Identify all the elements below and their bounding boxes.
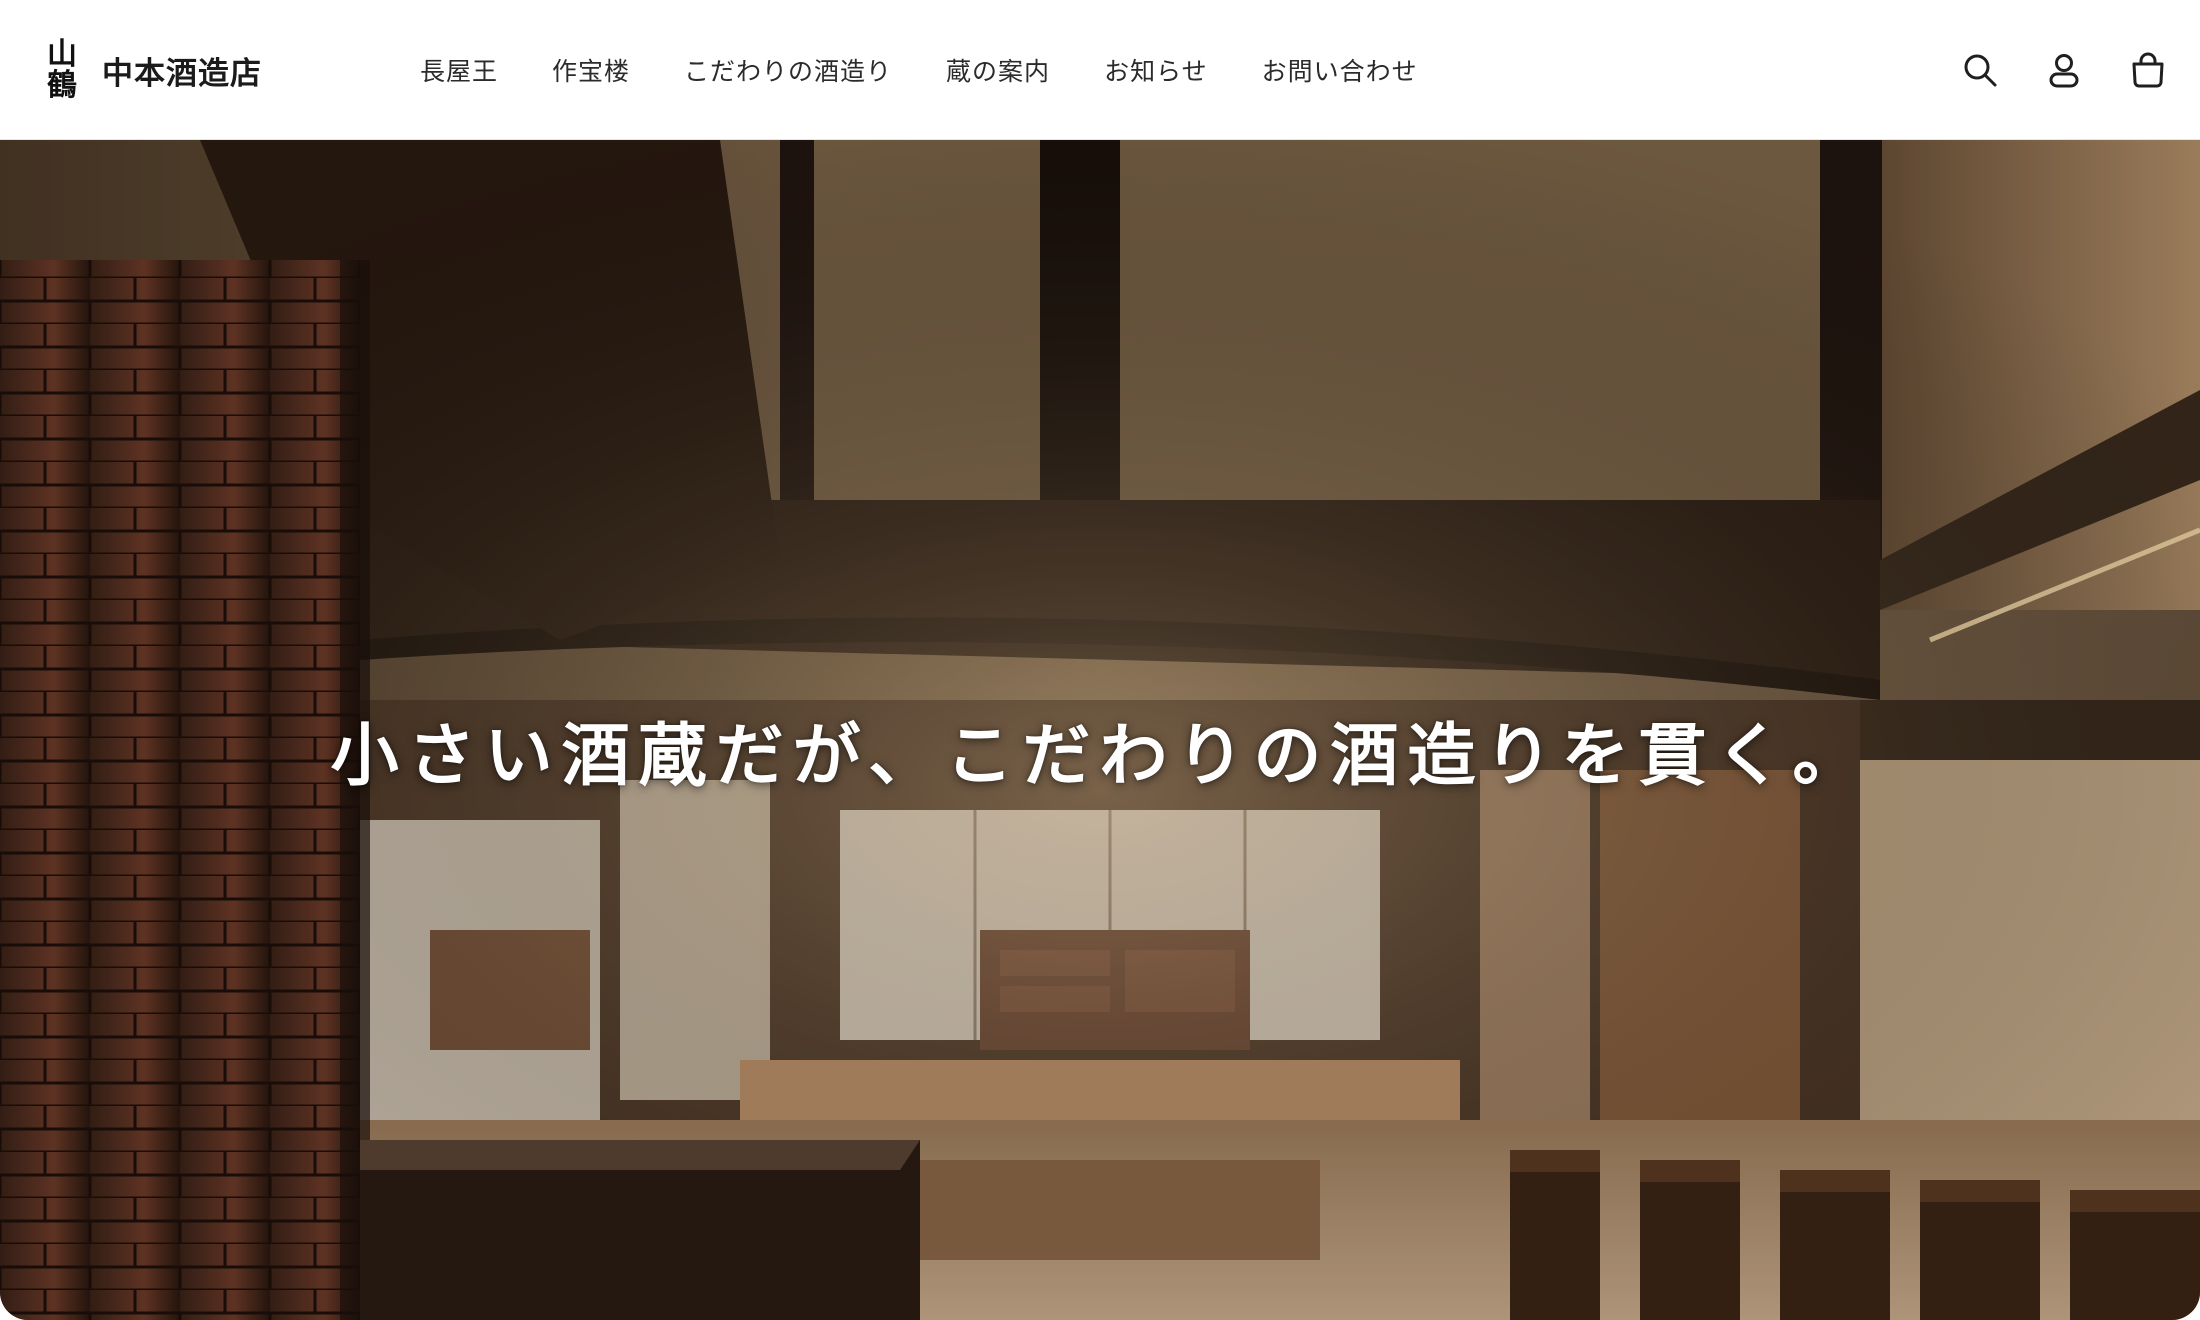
logo[interactable]: 山 鶴 中本酒造店 <box>40 36 262 104</box>
logo-mark: 山 鶴 <box>40 38 84 102</box>
cart-icon <box>2132 52 2164 88</box>
header-icons <box>1918 0 2170 140</box>
nav-item-news[interactable]: お知らせ <box>1104 52 1208 88</box>
nav-item-sakuhourou[interactable]: 作宝楼 <box>552 52 630 88</box>
nav-item-nagayaou[interactable]: 長屋王 <box>420 52 498 88</box>
nav-item-brewery-guide[interactable]: 蔵の案内 <box>946 52 1050 88</box>
main-nav: 長屋王 作宝楼 こだわりの酒造り 蔵の案内 お知らせ お問い合わせ <box>420 0 1472 140</box>
hero-section: 小さい酒蔵だが、こだわりの酒造りを貫く。 <box>0 140 2200 1320</box>
nav-item-brewing[interactable]: こだわりの酒造り <box>684 52 892 88</box>
account-icon <box>2049 54 2079 88</box>
brand-name: 中本酒造店 <box>102 55 262 92</box>
page: 山 鶴 中本酒造店 長屋王 作宝楼 こだわりの酒造り 蔵の案内 お知らせ お問い… <box>0 0 2200 1320</box>
hero-tagline: 小さい酒蔵だが、こだわりの酒造りを貫く。 <box>330 716 1870 796</box>
account-button[interactable] <box>2042 48 2086 92</box>
nav-item-contact[interactable]: お問い合わせ <box>1262 52 1418 88</box>
cart-button[interactable] <box>2126 48 2170 92</box>
logo-mark-top: 山 <box>47 37 77 72</box>
logo-mark-bottom: 鶴 <box>47 68 77 103</box>
search-button[interactable] <box>1958 48 2002 92</box>
site-header: 山 鶴 中本酒造店 長屋王 作宝楼 こだわりの酒造り 蔵の案内 お知らせ お問い… <box>0 0 2200 140</box>
search-icon <box>1964 54 1997 87</box>
